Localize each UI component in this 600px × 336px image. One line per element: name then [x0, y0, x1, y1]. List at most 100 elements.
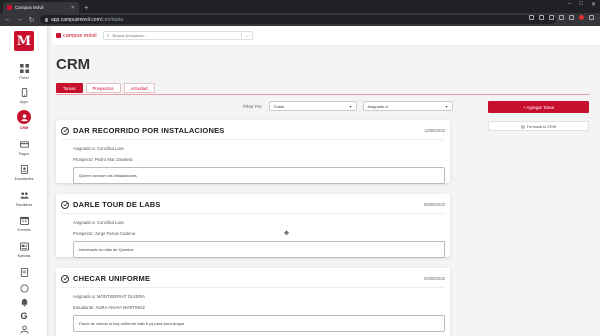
sidebar-item-familiares[interactable]: Familiares: [0, 189, 48, 207]
task-person: Prospecto: Jorge Farías Cadena: [73, 231, 136, 236]
share-icon[interactable]: [539, 15, 544, 20]
translate-icon[interactable]: [529, 15, 534, 20]
sidebar-item-panel[interactable]: Panel: [0, 62, 48, 80]
sidebar-label: Pagos: [18, 152, 30, 156]
task-note: Interesado en labs de Química: [73, 241, 445, 258]
crm-form-label: Formulario CRM: [526, 123, 557, 129]
maximize-icon[interactable]: □: [579, 1, 583, 8]
search-input[interactable]: [112, 33, 239, 38]
sidebar-scrollbar[interactable]: [48, 26, 50, 336]
task-date: 04/05/2022: [424, 276, 445, 281]
tab-prospectos[interactable]: Prospectos: [85, 83, 121, 93]
task-title: DARLE TOUR DE LABS: [73, 200, 161, 209]
card-separator: [61, 287, 445, 288]
filter-select-value: Todas: [273, 103, 285, 109]
chat-icon: [18, 282, 30, 294]
star-icon[interactable]: [549, 15, 554, 20]
address-bar[interactable]: app.campusmovil.com/crm/tasks: [40, 15, 556, 24]
sidebar-item-noticias[interactable]: Noticias: [0, 240, 48, 258]
menu-icon[interactable]: [589, 15, 594, 20]
sidebar-label: Eventos: [17, 228, 31, 232]
user-icon: [18, 323, 30, 335]
brand[interactable]: campus móvil: [56, 33, 97, 39]
sidebar: M Panel Apps CRM Pagos Estudiantes Famil…: [0, 26, 48, 336]
sidebar-item-profile[interactable]: [0, 323, 48, 335]
assigned-select-value: Asignado a:: [367, 103, 389, 109]
lock-icon: [45, 17, 48, 22]
browser-chrome: Campus Móvil ✕ + – □ ✕ ← → ↻ app.campusm…: [0, 0, 600, 26]
browser-tab-title: Campus Móvil: [15, 5, 44, 10]
minimize-icon[interactable]: –: [568, 1, 571, 8]
sidebar-item-notifications[interactable]: [0, 296, 48, 308]
task-title: DAR RECORRIDO POR INSTALACIONES: [73, 126, 225, 135]
profile-avatar[interactable]: [579, 15, 584, 20]
calendar-icon: [18, 214, 30, 226]
back-icon[interactable]: ←: [4, 16, 11, 23]
brand-text: campus móvil: [63, 32, 97, 39]
task-date: 12/05/2022: [424, 128, 445, 133]
family-icon: [18, 189, 30, 201]
task-person: Prospecto: Pedro Mar Zavaleta: [73, 157, 133, 162]
sidebar-item-crm[interactable]: CRM: [0, 110, 48, 130]
browser-tab[interactable]: Campus Móvil ✕: [3, 2, 79, 13]
crm-tabs: Tareas Prospectos Actividad: [56, 83, 155, 93]
sidebar-item-documents[interactable]: [0, 266, 48, 278]
chevron-down-icon[interactable]: ⌄: [241, 33, 249, 38]
add-task-button[interactable]: + Agregar Tarea: [488, 101, 589, 113]
chevron-down-icon: ▾: [445, 103, 448, 109]
task-card-header: DAR RECORRIDO POR INSTALACIONES 12/05/20…: [56, 120, 450, 135]
sidepanel-icon[interactable]: [569, 15, 574, 20]
close-tab-icon[interactable]: ✕: [71, 5, 75, 11]
prospect-search[interactable]: ⌕ ⌄: [102, 31, 253, 40]
forward-icon[interactable]: →: [16, 16, 23, 23]
actions-column: + Agregar Tarea ▤ Formulario CRM: [488, 101, 589, 131]
news-icon: [18, 240, 30, 252]
mouse-cursor-icon: ✥: [284, 231, 290, 237]
card-separator: [61, 139, 445, 140]
assigned-select[interactable]: Asignado a: ▾: [362, 101, 453, 111]
url-text: app.campusmovil.com/crm/tasks: [51, 16, 124, 23]
app-logo[interactable]: M: [14, 31, 34, 51]
bell-icon: [18, 296, 30, 308]
sidebar-label: Estudiantes: [14, 177, 34, 181]
sidebar-label: Familiares: [15, 203, 33, 207]
check-circle-icon[interactable]: [61, 274, 69, 283]
tabs-divider: [56, 94, 590, 95]
check-circle-icon[interactable]: [61, 126, 69, 135]
crm-form-button[interactable]: ▤ Formulario CRM: [488, 121, 589, 131]
sidebar-item-chat[interactable]: [0, 282, 48, 294]
page-title: CRM: [56, 56, 91, 73]
task-card-header: CHECAR UNIFORME 04/05/2022: [56, 268, 450, 283]
sidebar-item-google[interactable]: G: [0, 310, 48, 322]
extensions-icon[interactable]: [559, 15, 564, 20]
sidebar-label: Apps: [19, 100, 29, 104]
sidebar-item-eventos[interactable]: Eventos: [0, 214, 48, 232]
sidebar-item-apps[interactable]: Apps: [0, 86, 48, 104]
filters: Filtrar Por: Todas ▾ Asignado a: ▾: [243, 101, 453, 111]
window-controls: – □ ✕: [568, 1, 596, 8]
new-tab-icon[interactable]: +: [84, 2, 89, 13]
tab-strip: Campus Móvil ✕ +: [0, 0, 600, 13]
sidebar-item-pagos[interactable]: Pagos: [0, 138, 48, 156]
task-date: 06/05/2022: [424, 202, 445, 207]
filter-label: Filtrar Por:: [243, 103, 263, 109]
task-card[interactable]: CHECAR UNIFORME 04/05/2022 Asignado a: M…: [56, 268, 450, 336]
task-card-header: DARLE TOUR DE LABS 06/05/2022: [56, 194, 450, 209]
tab-actividad[interactable]: Actividad: [123, 83, 155, 93]
tab-tareas[interactable]: Tareas: [56, 83, 83, 93]
app-topbar: campus móvil ⌕ ⌄: [52, 26, 600, 46]
sidebar-label: Noticias: [17, 254, 31, 258]
task-assigned: Asignado a: Conchita Lara: [73, 146, 124, 151]
close-window-icon[interactable]: ✕: [591, 1, 596, 8]
check-circle-icon[interactable]: [61, 200, 69, 209]
form-icon: ▤: [520, 123, 525, 129]
task-assigned: Asignado a: MONTSERRAT OLVERA: [73, 294, 145, 299]
task-assigned: Asignado a: Conchita Lara: [73, 220, 124, 225]
task-card[interactable]: DAR RECORRIDO POR INSTALACIONES 12/05/20…: [56, 120, 450, 184]
task-note: Favor de checar si hay uniforme talla 6 …: [73, 315, 445, 332]
task-card[interactable]: DARLE TOUR DE LABS 06/05/2022 Asignado a…: [56, 194, 450, 258]
document-icon: [18, 266, 30, 278]
reload-icon[interactable]: ↻: [28, 16, 35, 24]
filter-select[interactable]: Todas ▾: [268, 101, 357, 111]
sidebar-item-estudiantes[interactable]: Estudiantes: [0, 163, 48, 181]
